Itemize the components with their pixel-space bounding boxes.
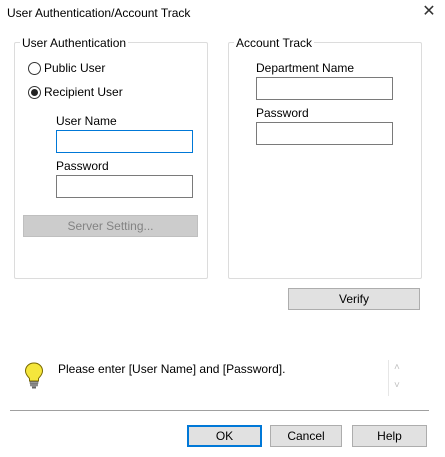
account-password-label: Password — [256, 106, 309, 120]
account-password-input[interactable] — [256, 122, 393, 145]
public-user-radio-option[interactable]: Public User — [28, 61, 138, 77]
help-button[interactable]: Help — [352, 425, 427, 447]
cancel-button[interactable]: Cancel — [270, 425, 342, 447]
window-title: User Authentication/Account Track — [7, 6, 191, 20]
lightbulb-icon — [24, 362, 44, 390]
ok-button[interactable]: OK — [187, 425, 262, 447]
recipient-user-radio[interactable] — [28, 86, 41, 99]
user-name-label: User Name — [56, 114, 117, 128]
public-user-label[interactable]: Public User — [44, 61, 105, 75]
scroll-up-icon[interactable]: ˄ — [394, 362, 400, 373]
recipient-user-label[interactable]: Recipient User — [44, 85, 123, 99]
close-icon[interactable]: ✕ — [419, 3, 439, 21]
public-user-radio[interactable] — [28, 62, 41, 75]
user-name-input[interactable] — [56, 130, 193, 153]
department-name-label: Department Name — [256, 61, 355, 75]
footer-separator — [10, 410, 429, 411]
message-text: Please enter [User Name] and [Password]. — [58, 362, 286, 376]
server-setting-button[interactable]: Server Setting... — [23, 215, 198, 237]
scroll-down-icon[interactable]: ˅ — [394, 380, 400, 391]
department-name-input[interactable] — [256, 77, 393, 100]
user-authentication-group-label: User Authentication — [20, 36, 129, 50]
password-label: Password — [56, 159, 109, 173]
user-authentication-group — [14, 42, 208, 279]
account-track-group-label: Account Track — [234, 36, 315, 50]
message-scrollbar[interactable]: ˄ ˅ — [388, 360, 407, 396]
recipient-user-radio-option[interactable]: Recipient User — [28, 85, 138, 101]
password-input[interactable] — [56, 175, 193, 198]
verify-button[interactable]: Verify — [288, 288, 420, 310]
